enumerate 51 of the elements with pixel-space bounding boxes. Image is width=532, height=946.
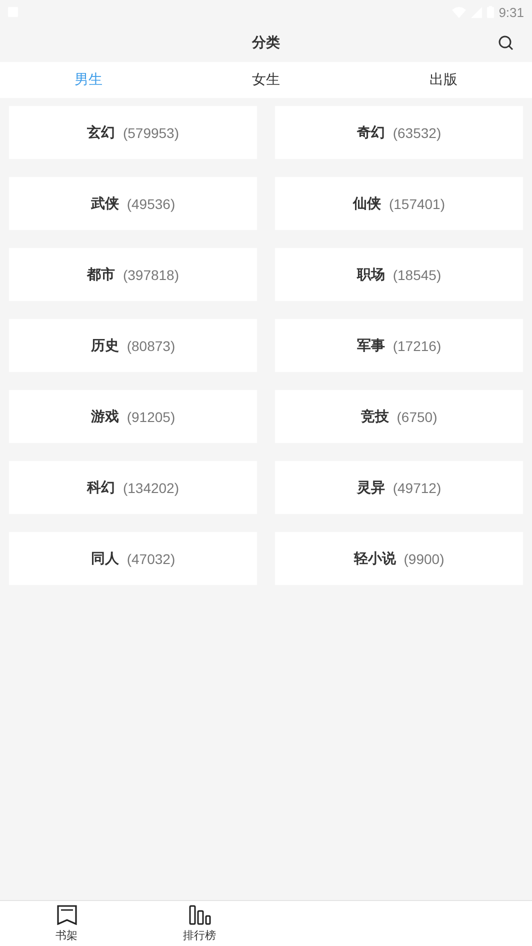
category-name: 游戏 [90,408,119,426]
category-card[interactable]: 武侠 (49536) [9,177,257,230]
category-count: (6750) [396,408,438,424]
category-name: 都市 [86,266,115,284]
category-count: (397818) [122,266,180,282]
category-count: (47032) [126,550,176,566]
category-name: 军事 [356,336,385,354]
category-card[interactable]: 历史 (80873) [9,319,257,372]
category-count: (91205) [126,408,176,424]
category-card[interactable]: 玄幻 (579953) [9,106,257,159]
category-name: 竞技 [360,408,389,426]
category-name: 科幻 [86,478,115,496]
category-card[interactable]: 职场 (18545) [275,248,523,301]
category-card[interactable]: 灵异 (49712) [275,461,523,514]
category-count: (18545) [392,266,442,282]
tab[interactable]: 女生 [177,62,355,98]
tab[interactable]: 出版 [354,62,532,98]
category-name: 奇幻 [356,124,385,142]
search-button[interactable] [498,35,514,51]
category-count: (63532) [392,124,442,140]
nav-tab[interactable]: 排行榜 [133,901,266,946]
category-count: (80873) [126,338,176,354]
category-card[interactable]: 军事 (17216) [275,319,523,372]
bookmark-icon [56,905,78,925]
category-count: (157401) [388,196,446,212]
category-name: 职场 [356,266,385,284]
category-name: 同人 [90,550,119,568]
category-count: (49712) [392,480,442,496]
category-name: 轻小说 [354,550,396,568]
status-time: 9:31 [498,4,524,20]
bar-chart-icon [188,905,210,925]
nav-tab[interactable]: 书架 [0,901,133,946]
page-title: 分类 [252,34,280,52]
category-card[interactable]: 游戏 (91205) [9,390,257,443]
category-count: (134202) [122,480,180,496]
category-card[interactable]: 同人 (47032) [9,532,257,585]
category-count: (579953) [122,124,180,140]
category-name: 灵异 [356,478,385,496]
category-card[interactable]: 奇幻 (63532) [275,106,523,159]
category-count: (17216) [392,338,442,354]
category-count: (9900) [404,550,444,566]
category-card[interactable]: 竞技 (6750) [275,390,523,443]
category-name: 仙侠 [352,194,381,212]
category-name: 历史 [90,336,119,354]
category-card[interactable]: 科幻 (134202) [9,461,257,514]
category-name: 玄幻 [86,124,115,142]
category-card[interactable]: 仙侠 (157401) [275,177,523,230]
category-card[interactable]: 都市 (397818) [9,248,257,301]
category-card[interactable]: 轻小说 (9900) [275,532,523,585]
category-name: 武侠 [90,194,119,212]
category-count: (49536) [126,196,176,212]
